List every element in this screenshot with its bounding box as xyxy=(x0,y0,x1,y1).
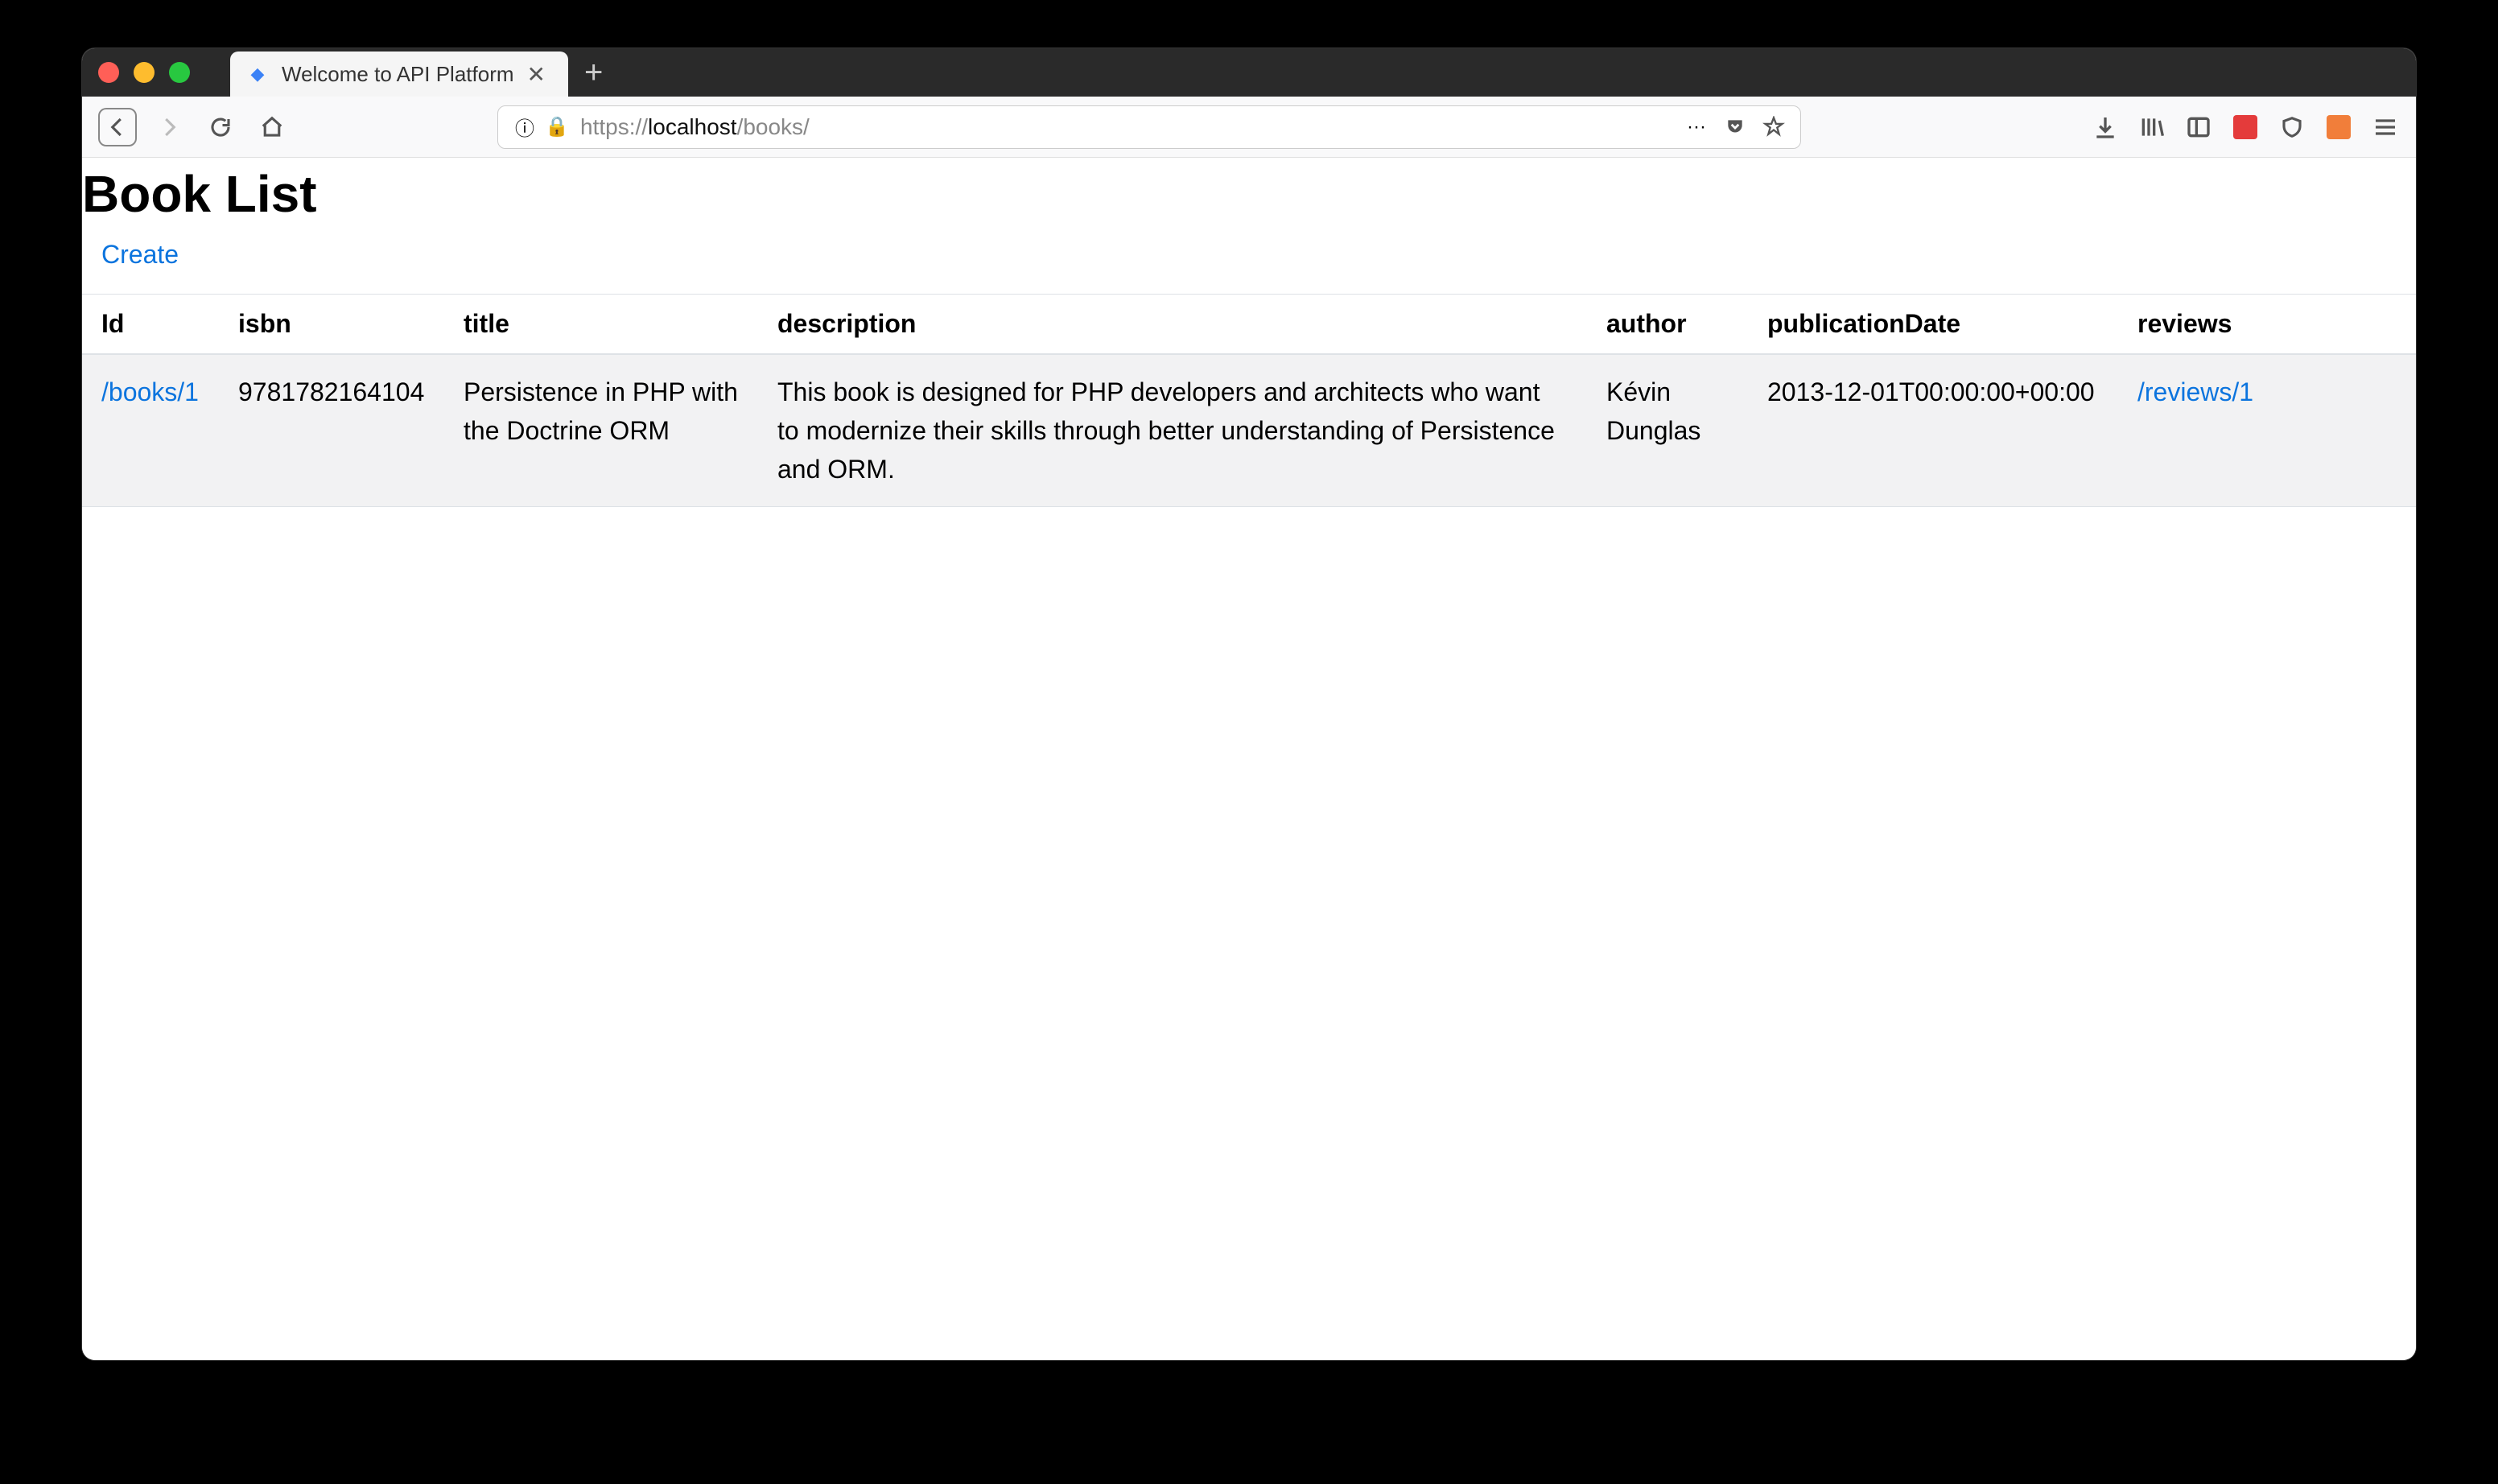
url-right-icons: ··· xyxy=(1684,115,1786,139)
info-icon[interactable]: ⓘ xyxy=(513,115,537,139)
close-tab-icon[interactable]: ✕ xyxy=(527,61,546,88)
table-header-row: Id isbn title description author publica… xyxy=(82,295,2416,355)
downloads-icon[interactable] xyxy=(2091,113,2120,142)
header-title: title xyxy=(444,295,758,355)
create-link[interactable]: Create xyxy=(82,232,179,294)
home-icon xyxy=(260,115,284,139)
traffic-lights xyxy=(98,62,190,83)
toolbar-right xyxy=(2091,113,2400,142)
header-isbn: isbn xyxy=(219,295,444,355)
table-row: /books/1 9781782164104 Persistence in PH… xyxy=(82,354,2416,507)
tab-favicon-icon: ◆ xyxy=(246,63,269,85)
url-host: localhost xyxy=(648,114,737,139)
shield-icon[interactable] xyxy=(2277,113,2306,142)
close-window-button[interactable] xyxy=(98,62,119,83)
url-text[interactable]: https://localhost/books/ xyxy=(580,114,1673,140)
header-author: author xyxy=(1587,295,1748,355)
browser-tab[interactable]: ◆ Welcome to API Platform ✕ xyxy=(230,52,568,97)
extension-red-icon[interactable] xyxy=(2231,113,2260,142)
header-reviews: reviews xyxy=(2118,295,2416,355)
book-publication-date: 2013-12-01T00:00:00+00:00 xyxy=(1748,354,2118,507)
pocket-icon[interactable] xyxy=(1723,115,1747,139)
more-icon[interactable]: ··· xyxy=(1684,115,1709,139)
header-publication-date: publicationDate xyxy=(1748,295,2118,355)
toolbar: ⓘ 🔒 https://localhost/books/ ··· xyxy=(82,97,2416,158)
forward-button[interactable] xyxy=(150,108,188,146)
menu-icon[interactable] xyxy=(2371,113,2400,142)
minimize-window-button[interactable] xyxy=(134,62,155,83)
url-path: /books/ xyxy=(737,114,810,139)
book-title: Persistence in PHP with the Doctrine ORM xyxy=(444,354,758,507)
extension-orange-icon[interactable] xyxy=(2324,113,2353,142)
reload-button[interactable] xyxy=(201,108,240,146)
browser-window: ◆ Welcome to API Platform ✕ + ⓘ 🔒 https:… xyxy=(82,48,2416,1360)
titlebar: ◆ Welcome to API Platform ✕ + xyxy=(82,48,2416,97)
reload-icon xyxy=(208,115,233,139)
tab-title: Welcome to API Platform xyxy=(282,62,514,87)
book-description: This book is designed for PHP developers… xyxy=(758,354,1587,507)
header-description: description xyxy=(758,295,1587,355)
home-button[interactable] xyxy=(253,108,291,146)
bookmark-icon[interactable] xyxy=(1762,115,1786,139)
new-tab-button[interactable]: + xyxy=(584,56,603,89)
page-title: Book List xyxy=(82,158,2416,232)
arrow-left-icon xyxy=(105,115,130,139)
library-icon[interactable] xyxy=(2137,113,2166,142)
book-isbn: 9781782164104 xyxy=(219,354,444,507)
url-bar[interactable]: ⓘ 🔒 https://localhost/books/ ··· xyxy=(497,105,1801,149)
url-prefix: https:// xyxy=(580,114,648,139)
lock-warning-icon[interactable]: 🔒 xyxy=(545,115,569,139)
book-reviews-link[interactable]: /reviews/1 xyxy=(2137,377,2253,406)
book-table: Id isbn title description author publica… xyxy=(82,294,2416,507)
page-content: Book List Create Id isbn title descripti… xyxy=(82,158,2416,1360)
back-button[interactable] xyxy=(98,108,137,146)
sidebar-icon[interactable] xyxy=(2184,113,2213,142)
arrow-right-icon xyxy=(157,115,181,139)
book-id-link[interactable]: /books/1 xyxy=(101,377,199,406)
book-author: Kévin Dunglas xyxy=(1587,354,1748,507)
maximize-window-button[interactable] xyxy=(169,62,190,83)
url-left-icons: ⓘ 🔒 xyxy=(513,115,569,139)
header-id: Id xyxy=(82,295,219,355)
